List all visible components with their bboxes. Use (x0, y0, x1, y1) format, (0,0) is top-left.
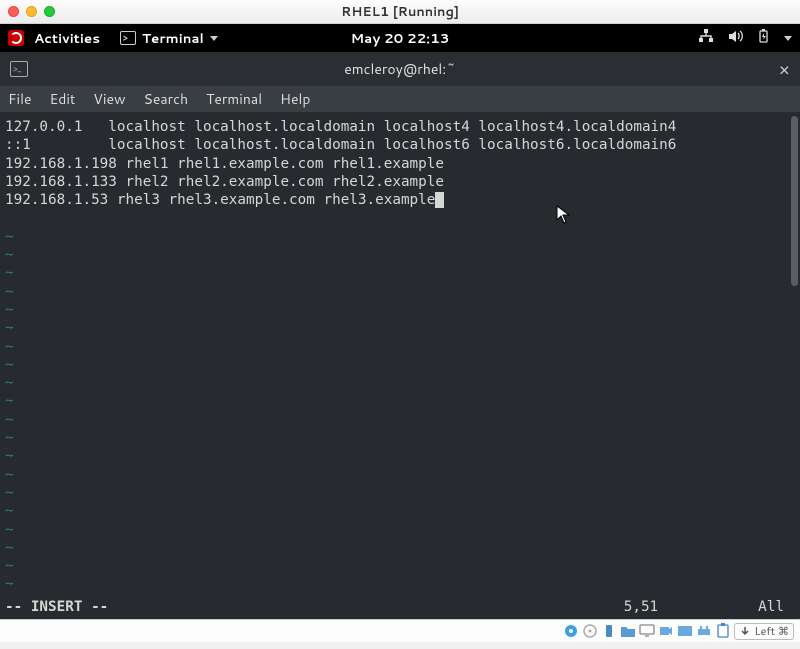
terminal-menubar: File Edit View Search Terminal Help (0, 86, 800, 113)
vbox-shared-folder-icon[interactable] (620, 623, 636, 639)
close-window-button[interactable] (8, 6, 19, 17)
vim-tilde: ~ (5, 448, 14, 464)
vbox-clipboard-icon[interactable] (715, 623, 731, 639)
menu-view[interactable]: View (93, 89, 125, 109)
menu-help[interactable]: Help (280, 89, 310, 109)
vim-tilde: ~ (5, 247, 14, 263)
vim-tilde: ~ (5, 430, 14, 446)
battery-icon[interactable] (757, 29, 770, 48)
vim-tilde: ~ (5, 485, 14, 501)
vim-status-line: -- INSERT -- 5,51 All (5, 599, 784, 615)
terminal-body[interactable]: 127.0.0.1 localhost localhost.localdomai… (0, 113, 800, 619)
chevron-down-icon (210, 36, 218, 41)
vim-tilde: ~ (5, 265, 14, 281)
network-icon[interactable] (698, 29, 714, 48)
terminal-icon (120, 31, 136, 45)
vbox-host-key-indicator[interactable]: Left ⌘ (734, 623, 794, 640)
vim-tilde: ~ (5, 284, 14, 300)
vim-tilde: ~ (5, 229, 14, 245)
terminal-text[interactable]: 127.0.0.1 localhost localhost.localdomai… (0, 113, 789, 619)
vim-tilde: ~ (5, 576, 14, 592)
vbox-hdd-icon[interactable] (563, 623, 579, 639)
vim-tilde: ~ (5, 412, 14, 428)
vim-tilde: ~ (5, 558, 14, 574)
app-menu-label: Terminal (142, 29, 204, 48)
file-line: 192.168.1.53 rhel3 rhel3.example.com rhe… (5, 192, 435, 208)
terminal-titlebar: emcleroy@rhel:~ × (0, 52, 800, 86)
vim-tilde: ~ (5, 393, 14, 409)
vbox-usb-icon[interactable] (601, 623, 617, 639)
menu-search[interactable]: Search (144, 89, 189, 109)
window-title: RHEL1 [Running] (0, 3, 800, 21)
vbox-recording-icon[interactable] (658, 623, 674, 639)
file-line: ::1 localhost localhost.localdomain loca… (5, 137, 676, 153)
host-key-label: Left ⌘ (754, 623, 789, 639)
volume-icon[interactable] (728, 29, 743, 48)
vim-tilde: ~ (5, 540, 14, 556)
vbox-display-icon[interactable] (639, 623, 655, 639)
system-tray[interactable] (698, 29, 792, 48)
arrow-down-icon (739, 625, 751, 637)
zoom-window-button[interactable] (44, 6, 55, 17)
vbox-optical-icon[interactable] (582, 623, 598, 639)
vim-tilde: ~ (5, 522, 14, 538)
vim-tilde: ~ (5, 302, 14, 318)
vim-tilde: ~ (5, 357, 14, 373)
virtualbox-status-bar: Left ⌘ (0, 619, 800, 642)
terminal-title: emcleroy@rhel:~ (0, 59, 800, 79)
mac-titlebar: RHEL1 [Running] (0, 0, 800, 24)
vim-tilde: ~ (5, 339, 14, 355)
distro-logo-icon (8, 30, 24, 46)
vbox-audio-icon[interactable] (677, 623, 693, 639)
scrollbar[interactable] (789, 113, 800, 619)
vim-tilde: ~ (5, 320, 14, 336)
activities-button[interactable]: Activities (34, 29, 100, 48)
text-cursor (435, 192, 444, 208)
traffic-lights (8, 6, 55, 17)
vbox-net-icon[interactable] (696, 623, 712, 639)
menu-terminal[interactable]: Terminal (206, 89, 262, 109)
vim-cursor-position: 5,51 (624, 599, 658, 615)
gnome-top-bar: Activities Terminal May 20 22:13 (0, 24, 800, 52)
chevron-down-icon (784, 36, 792, 41)
file-line: 192.168.1.133 rhel2 rhel2.example.com rh… (5, 174, 444, 190)
app-menu[interactable]: Terminal (120, 29, 218, 48)
minimize-window-button[interactable] (26, 6, 37, 17)
menu-edit[interactable]: Edit (50, 89, 76, 109)
vim-tilde: ~ (5, 503, 14, 519)
vim-tilde: ~ (5, 467, 14, 483)
vim-mode: -- INSERT -- (5, 599, 108, 615)
vim-tilde: ~ (5, 375, 14, 391)
menu-file[interactable]: File (8, 89, 32, 109)
file-line: 127.0.0.1 localhost localhost.localdomai… (5, 119, 676, 135)
vim-scroll-indicator: All (758, 599, 784, 615)
file-line: 192.168.1.198 rhel1 rhel1.example.com rh… (5, 156, 444, 172)
